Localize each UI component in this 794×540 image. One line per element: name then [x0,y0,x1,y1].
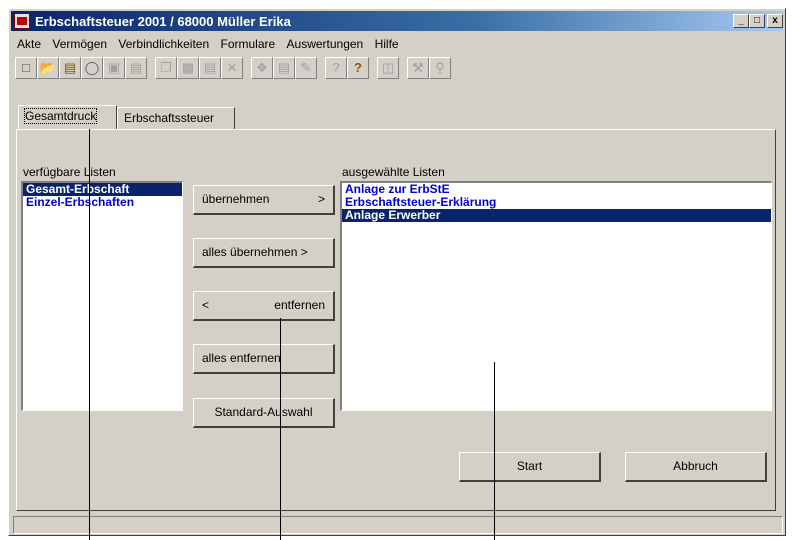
close-button[interactable]: x [767,14,783,28]
cancel-button[interactable]: Abbruch [625,452,767,482]
take-button-label: übernehmen [202,192,270,206]
minimize-button[interactable]: _ [733,14,749,28]
standard-selection-button[interactable]: Standard-Auswahl [193,398,335,428]
menu-akte[interactable]: Akte [13,35,45,53]
new-document-icon[interactable]: □ [15,57,37,79]
tab-erbschaftssteuer[interactable]: Erbschaftssteuer [117,107,235,129]
tab-gesamtdruck[interactable]: Gesamtdruck [18,105,117,129]
stamp-icon[interactable]: ❖ [251,57,273,79]
list-item[interactable]: Einzel-Erbschaften [23,196,182,209]
remove-button[interactable]: < entfernen [193,291,335,321]
remove-arrow: < [202,298,210,312]
form-icon[interactable]: ✎ [295,57,317,79]
remove-all-button[interactable]: alles entfernen [193,344,335,374]
take-button[interactable]: übernehmen > [193,185,335,215]
window-title: Erbschaftsteuer 2001 / 68000 Müller Erik… [35,14,291,29]
print-icon[interactable]: ▤ [125,57,147,79]
menu-vermoegen[interactable]: Vermögen [48,35,111,53]
tab-label: Erbschaftssteuer [124,111,215,125]
take-all-button[interactable]: alles übernehmen > [193,238,335,268]
cancel-button-label: Abbruch [673,459,718,473]
delete-icon[interactable]: ✕ [221,57,243,79]
binoculars-icon[interactable]: ◯ [81,57,103,79]
application-window: Erbschaftsteuer 2001 / 68000 Müller Erik… [8,8,786,536]
take-arrow: > [317,192,325,206]
app-icon[interactable] [14,13,30,29]
paste-icon[interactable]: ▩ [177,57,199,79]
save-icon[interactable]: ▣ [103,57,125,79]
copy-icon[interactable]: ❐ [155,57,177,79]
menu-hilfe[interactable]: Hilfe [371,35,403,53]
maximize-button[interactable]: □ [749,14,765,28]
selected-lists-listbox[interactable]: Anlage zur ErbStE Erbschaftsteuer-Erklär… [340,181,772,411]
key-icon[interactable]: ⚲ [429,57,451,79]
status-bar [13,516,783,534]
remove-button-label: entfernen [274,298,325,312]
open-folder-icon[interactable]: 📂 [37,57,59,79]
menu-auswertungen[interactable]: Auswertungen [283,35,368,53]
start-button-label: Start [516,459,543,473]
callout-line [89,124,90,540]
window-icon[interactable]: ◫ [377,57,399,79]
available-lists-label: verfügbare Listen [23,165,116,179]
folder-icon[interactable]: ▤ [59,57,81,79]
callout-line [494,362,495,540]
available-lists-listbox[interactable]: Gesamt-Erbschaft Einzel-Erbschaften [21,181,183,411]
selected-lists-label: ausgewählte Listen [342,165,445,179]
book-icon[interactable]: ▤ [273,57,295,79]
title-bar[interactable]: Erbschaftsteuer 2001 / 68000 Müller Erik… [11,11,783,31]
context-help-icon[interactable]: ? [325,57,347,79]
menu-verbindlichkeiten[interactable]: Verbindlichkeiten [114,35,213,53]
tab-label: Gesamtdruck [23,108,98,124]
menu-formulare[interactable]: Formulare [216,35,279,53]
start-button[interactable]: Start [459,452,601,482]
tools-icon[interactable]: ⚒ [407,57,429,79]
take-all-button-label: alles übernehmen > [202,245,308,259]
help-icon[interactable]: ? [347,57,369,79]
edit-field-icon[interactable]: ▤ [199,57,221,79]
list-item[interactable]: Anlage Erwerber [342,209,771,222]
menu-bar: Akte Vermögen Verbindlichkeiten Formular… [13,35,403,53]
standard-selection-label: Standard-Auswahl [214,405,313,419]
remove-all-button-label: alles entfernen [202,351,281,365]
callout-line [280,318,281,540]
